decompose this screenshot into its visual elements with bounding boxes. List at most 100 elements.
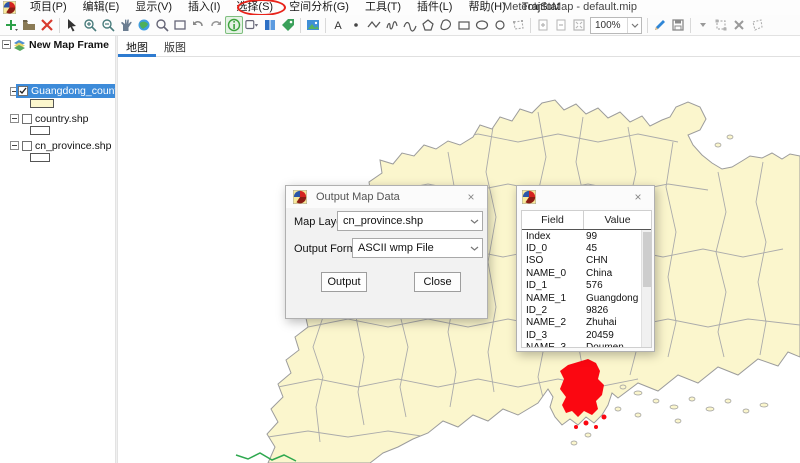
collapse-icon[interactable] xyxy=(10,141,19,150)
menu-item-edit[interactable]: 编辑(E) xyxy=(75,0,128,15)
layer-swatch-cn-province xyxy=(30,153,50,162)
table-row[interactable]: ID_320459 xyxy=(522,329,641,341)
menu-item-plugins[interactable]: 插件(L) xyxy=(409,0,460,15)
collapse-icon[interactable] xyxy=(2,40,11,49)
table-row[interactable]: NAME_0China xyxy=(522,267,641,279)
polygon-tool-button[interactable] xyxy=(419,16,437,34)
identify-button[interactable] xyxy=(225,16,243,34)
layer-node-cn-province[interactable]: cn_province.shp xyxy=(0,139,115,152)
zoom-out-button[interactable] xyxy=(99,16,117,34)
move-vertex-button[interactable] xyxy=(712,16,730,34)
menu-item-project[interactable]: 项目(P) xyxy=(22,0,75,15)
table-scrollbar[interactable] xyxy=(641,230,651,347)
table-row[interactable]: NAME_2Zhuhai xyxy=(522,317,641,329)
undo-button[interactable] xyxy=(189,16,207,34)
app-logo-icon xyxy=(3,1,16,14)
selected-county-zhuhai[interactable] xyxy=(560,359,604,417)
pan-button[interactable] xyxy=(117,16,135,34)
dialog-titlebar[interactable]: × xyxy=(517,186,654,208)
column-header-field[interactable]: Field xyxy=(522,211,584,229)
image-button[interactable] xyxy=(304,16,322,34)
redo-button[interactable] xyxy=(207,16,225,34)
delete-feature-button[interactable] xyxy=(730,16,748,34)
field-cell: NAME_1 xyxy=(522,293,582,304)
meteoinfomap-window: 项目(P) 编辑(E) 显示(V) 插入(I) 选择(S) 空间分析(G) 工具… xyxy=(0,0,800,463)
tab-map[interactable]: 地图 xyxy=(118,36,156,57)
toolbar-separator xyxy=(647,18,648,33)
svg-text:A: A xyxy=(334,20,342,32)
table-row[interactable]: ID_29826 xyxy=(522,304,641,316)
chevron-down-icon[interactable] xyxy=(627,18,641,33)
toolbar-separator xyxy=(59,18,60,33)
titlebar: 项目(P) 编辑(E) 显示(V) 插入(I) 选择(S) 空间分析(G) 工具… xyxy=(0,0,800,15)
table-row[interactable]: ISOCHN xyxy=(522,255,641,267)
table-row[interactable]: ID_1576 xyxy=(522,280,641,292)
layer-checkbox-unchecked[interactable] xyxy=(22,141,32,151)
label-tag-button[interactable] xyxy=(279,16,297,34)
close-icon[interactable]: × xyxy=(464,190,478,204)
polyline-tool-button[interactable] xyxy=(365,16,383,34)
dialog-titlebar[interactable]: Output Map Data × xyxy=(286,186,487,208)
rectangle-tool-button[interactable] xyxy=(455,16,473,34)
layer-checkbox-checked[interactable] xyxy=(18,86,28,96)
save-button[interactable] xyxy=(669,16,687,34)
window-title: MeteoInfoMap - default.mip xyxy=(455,1,685,13)
select-arrow-button[interactable] xyxy=(63,16,81,34)
chevron-down-icon[interactable] xyxy=(466,219,482,224)
app-logo-icon xyxy=(522,190,536,204)
output-format-combo[interactable]: ASCII wmp File xyxy=(352,238,483,258)
open-project-button[interactable] xyxy=(20,16,38,34)
circle-tool-button[interactable] xyxy=(491,16,509,34)
layer-checkbox-unchecked[interactable] xyxy=(22,114,32,124)
menu-item-view[interactable]: 显示(V) xyxy=(127,0,180,15)
table-row[interactable]: NAME_3Doumen xyxy=(522,342,641,347)
close-icon[interactable]: × xyxy=(631,190,645,204)
scrollbar-thumb[interactable] xyxy=(643,232,651,287)
map-frame-node[interactable]: New Map Frame xyxy=(0,38,115,51)
map-layer-combo[interactable]: cn_province.shp xyxy=(337,211,483,231)
point-tool-button[interactable] xyxy=(347,16,365,34)
close-button[interactable]: Close xyxy=(414,272,461,292)
layer-row-guangdong-selected[interactable]: Guangdong_county.shp xyxy=(16,84,115,98)
layer-name: cn_province.shp xyxy=(35,140,111,152)
zoom-to-layer-button[interactable] xyxy=(153,16,171,34)
menu-item-spatial-analysis[interactable]: 空间分析(G) xyxy=(281,0,357,15)
zoom-rectangle-button[interactable] xyxy=(171,16,189,34)
curve-tool-button[interactable] xyxy=(401,16,419,34)
column-header-value[interactable]: Value xyxy=(584,211,651,229)
toolbar-separator xyxy=(300,18,301,33)
output-button[interactable]: Output xyxy=(321,272,367,292)
edit-pencil-button[interactable] xyxy=(651,16,669,34)
table-row[interactable]: NAME_1Guangdong xyxy=(522,292,641,304)
menu-item-selection[interactable]: 选择(S) xyxy=(228,0,281,15)
new-project-button[interactable] xyxy=(2,16,20,34)
select-feature-button[interactable] xyxy=(243,16,261,34)
lasso-button[interactable] xyxy=(748,16,766,34)
page-fit-button[interactable] xyxy=(570,16,588,34)
table-row[interactable]: ID_045 xyxy=(522,242,641,254)
value-cell: CHN xyxy=(582,255,641,266)
chevron-down-icon[interactable] xyxy=(466,246,482,251)
layer-node-country[interactable]: country.shp xyxy=(0,112,115,125)
field-cell: NAME_2 xyxy=(522,317,582,328)
tab-layout[interactable]: 版图 xyxy=(156,36,194,57)
ellipse-tool-button[interactable] xyxy=(473,16,491,34)
freeform-polygon-tool-button[interactable] xyxy=(437,16,455,34)
close-button[interactable] xyxy=(38,16,56,34)
text-tool-button[interactable]: A xyxy=(329,16,347,34)
menu-item-insert[interactable]: 插入(I) xyxy=(180,0,228,15)
attribute-table-button[interactable] xyxy=(261,16,279,34)
zoom-level-combo[interactable]: 100% xyxy=(590,17,642,34)
table-row[interactable]: Index99 xyxy=(522,230,641,242)
zoom-in-button[interactable] xyxy=(81,16,99,34)
menu-item-tools[interactable]: 工具(T) xyxy=(357,0,409,15)
map-frame-label: New Map Frame xyxy=(29,39,109,51)
edit-vertices-tool-button[interactable] xyxy=(509,16,527,34)
collapse-icon[interactable] xyxy=(10,114,19,123)
page-zoom-in-button[interactable] xyxy=(534,16,552,34)
full-extent-globe-button[interactable] xyxy=(135,16,153,34)
page-zoom-out-button[interactable] xyxy=(552,16,570,34)
freehand-tool-button[interactable] xyxy=(383,16,401,34)
layer-swatch-guangdong xyxy=(30,99,54,108)
dropdown-caret-button[interactable] xyxy=(694,16,712,34)
